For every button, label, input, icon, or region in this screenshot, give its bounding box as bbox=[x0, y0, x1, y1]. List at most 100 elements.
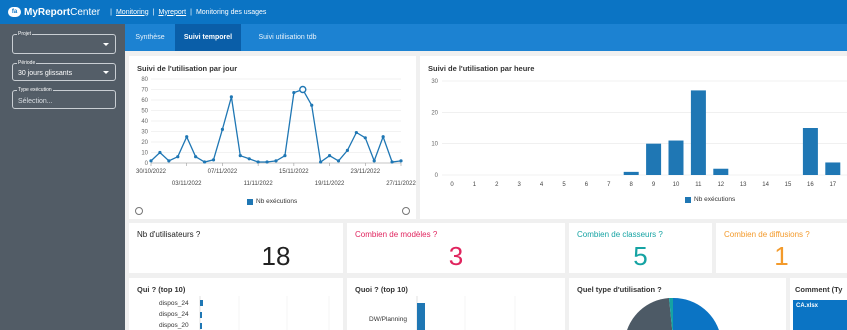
usage-type-pie bbox=[627, 297, 719, 330]
y-tick-label: 60 bbox=[141, 98, 148, 104]
tab-suivi-temporel[interactable]: Suivi temporel bbox=[175, 24, 241, 51]
y-tick-label: 70 bbox=[141, 88, 148, 94]
x-tick-label: 12 bbox=[717, 182, 724, 188]
kpi-models-value: 3 bbox=[448, 241, 464, 271]
data-point bbox=[229, 95, 233, 99]
data-point bbox=[319, 160, 323, 164]
hour-bar bbox=[825, 162, 841, 175]
y-tick-label: 10 bbox=[431, 142, 438, 148]
data-point bbox=[265, 160, 269, 164]
what-row-label: DW/Planning bbox=[369, 316, 407, 323]
top-bar: fa MyReportCenter | Monitoring | Myrepor… bbox=[0, 0, 847, 24]
x-tick-label: 4 bbox=[540, 182, 544, 188]
x-tick-label: 23/11/2022 bbox=[350, 169, 380, 175]
daily-legend-label: Nb exécutions bbox=[256, 198, 298, 205]
data-point bbox=[238, 154, 242, 158]
hourly-usage-chart: 01020300 1 2 3 4 5 6 7 8 9 10 11 12 13 14 15 16 17 bbox=[431, 79, 847, 188]
data-point bbox=[381, 135, 385, 139]
data-point bbox=[327, 154, 332, 158]
tab-suivi-utilisation-tdb[interactable]: Suivi utilisation tdb bbox=[245, 24, 330, 51]
kpi-users-card: Nb d'utilisateurs ? 18 bbox=[129, 223, 343, 273]
data-point bbox=[167, 159, 171, 163]
who-row-label: dispos_20 bbox=[159, 322, 189, 329]
legend-swatch bbox=[685, 196, 691, 203]
data-point bbox=[372, 159, 376, 163]
zoom-icon[interactable] bbox=[402, 207, 410, 215]
breadcrumb-myreport[interactable]: Myreport bbox=[158, 9, 186, 16]
x-tick-label: 2 bbox=[495, 182, 499, 188]
y-tick-label: 40 bbox=[141, 119, 148, 125]
who-top10-card: Qui ? (top 10) dispos_24 dispos_24 dispo… bbox=[129, 278, 343, 330]
data-point bbox=[274, 159, 278, 163]
data-point bbox=[310, 103, 314, 107]
reset-zoom-icon[interactable] bbox=[135, 207, 143, 215]
data-point bbox=[345, 148, 350, 152]
x-tick-label: 17 bbox=[829, 182, 836, 188]
x-tick-label: 0 bbox=[450, 182, 454, 188]
data-point bbox=[399, 159, 403, 163]
data-point bbox=[194, 155, 198, 159]
how-title: Comment (Ty bbox=[795, 285, 843, 294]
breadcrumb-monitoring[interactable]: Monitoring bbox=[116, 9, 149, 16]
kpi-broadcasts-title: Combien de diffusions ? bbox=[724, 230, 810, 239]
data-point bbox=[176, 155, 180, 159]
kpi-workbooks-card: Combien de classeurs ? 5 bbox=[569, 223, 712, 273]
x-tick-label: 6 bbox=[585, 182, 589, 188]
y-tick-label: 20 bbox=[431, 110, 438, 116]
hour-bar bbox=[623, 171, 639, 175]
app-logo[interactable]: fa MyReportCenter bbox=[8, 7, 100, 18]
data-point bbox=[211, 158, 216, 162]
who-bar bbox=[200, 323, 202, 329]
breadcrumb-current: Monitoring des usages bbox=[195, 8, 267, 16]
chevron-down-icon bbox=[103, 71, 109, 74]
hour-bar bbox=[646, 143, 662, 175]
who-bar bbox=[200, 300, 203, 306]
kpi-workbooks-title: Combien de classeurs ? bbox=[577, 230, 663, 239]
hour-bar bbox=[690, 90, 706, 175]
hour-bar bbox=[802, 128, 818, 175]
x-tick-label: 1 bbox=[473, 182, 477, 188]
kpi-workbooks-value: 5 bbox=[633, 241, 648, 271]
kpi-users-title: Nb d'utilisateurs ? bbox=[137, 230, 201, 239]
project-select[interactable]: Projet bbox=[12, 31, 116, 54]
y-tick-label: 10 bbox=[141, 151, 148, 157]
data-point bbox=[185, 135, 189, 139]
highlighted-point bbox=[299, 85, 307, 94]
execution-type-label: Type exécution bbox=[17, 87, 53, 93]
kpi-broadcasts-card: Combien de diffusions ? 1 bbox=[716, 223, 847, 273]
pie-slice bbox=[627, 298, 673, 330]
data-point bbox=[283, 154, 287, 158]
who-bar bbox=[200, 312, 202, 318]
kpi-models-card: Combien de modèles ? 3 bbox=[347, 223, 565, 273]
x-tick-label: 27/11/2022 bbox=[386, 181, 416, 187]
hourly-legend-label: Nb exécutions bbox=[694, 196, 736, 203]
hour-bar bbox=[668, 140, 684, 175]
data-point bbox=[247, 157, 251, 161]
x-tick-label: 3 bbox=[518, 182, 522, 188]
tab-synthese[interactable]: Synthèse bbox=[125, 24, 175, 51]
execution-type-input[interactable]: Type exécution Sélection... bbox=[12, 87, 116, 109]
y-tick-label: 0 bbox=[145, 161, 149, 167]
x-tick-label: 19/11/2022 bbox=[315, 181, 345, 187]
x-tick-label: 8 bbox=[630, 182, 634, 188]
x-tick-label: 14 bbox=[762, 182, 769, 188]
logo-badge: fa bbox=[8, 7, 21, 17]
data-point bbox=[363, 136, 367, 140]
y-tick-label: 80 bbox=[141, 77, 148, 83]
x-tick-label: 30/10/2022 bbox=[136, 169, 167, 175]
what-bar bbox=[417, 303, 425, 330]
data-point bbox=[202, 160, 207, 164]
breadcrumb-separator: | bbox=[152, 8, 155, 16]
period-select[interactable]: Période 30 jours glissants bbox=[12, 60, 116, 81]
tab-bar: Synthèse Suivi temporel Suivi utilisatio… bbox=[125, 24, 847, 51]
project-label: Projet bbox=[17, 31, 33, 37]
x-tick-label: 07/11/2022 bbox=[208, 169, 238, 175]
breadcrumb-separator: | bbox=[110, 8, 112, 16]
kpi-models-title: Combien de modèles ? bbox=[355, 230, 438, 239]
x-tick-label: 10 bbox=[673, 182, 680, 188]
y-tick-label: 30 bbox=[431, 79, 438, 85]
x-tick-label: 11 bbox=[695, 182, 702, 188]
how-table-row: CA.xlsx bbox=[793, 300, 847, 330]
y-tick-label: 20 bbox=[141, 140, 148, 146]
hourly-usage-card: Suivi de l'utilisation par heure 0 10 20 30… bbox=[420, 56, 847, 219]
